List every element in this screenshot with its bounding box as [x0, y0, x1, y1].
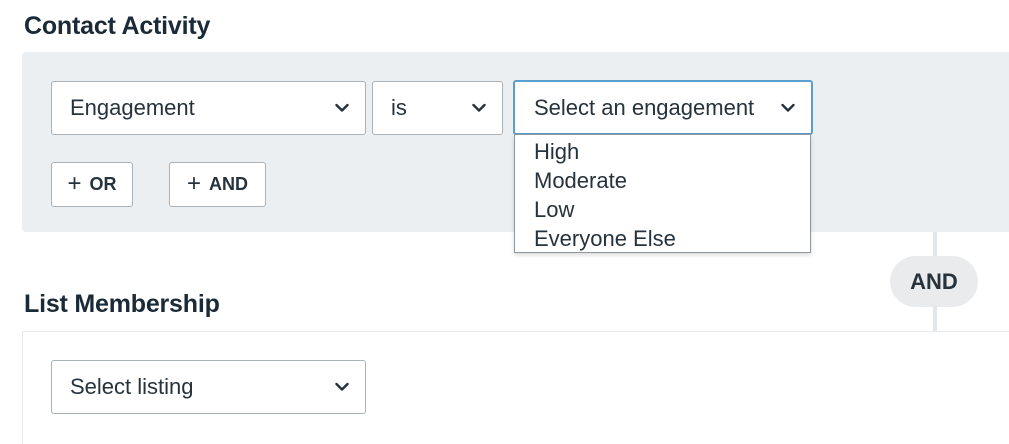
- field-select-value: Engagement: [70, 95, 195, 120]
- dropdown-option-everyone-else[interactable]: Everyone Else: [515, 224, 810, 253]
- dropdown-option-moderate[interactable]: Moderate: [515, 166, 810, 195]
- contact-activity-title: Contact Activity: [24, 12, 211, 40]
- chevron-down-icon: [781, 103, 795, 112]
- chevron-down-icon: [335, 382, 349, 392]
- plus-icon: +: [186, 169, 201, 197]
- dropdown-option-high[interactable]: High: [515, 137, 810, 166]
- chevron-down-icon: [472, 103, 486, 113]
- field-select[interactable]: Engagement: [51, 81, 366, 135]
- add-and-label: AND: [209, 174, 248, 194]
- add-or-button[interactable]: + OR: [51, 162, 133, 207]
- dropdown-option-low[interactable]: Low: [515, 195, 810, 224]
- connector-line-bottom: [933, 306, 937, 332]
- plus-icon: +: [67, 169, 82, 197]
- segment-builder: Contact Activity Engagement is Select an…: [0, 0, 1009, 444]
- listing-select[interactable]: Select listing: [51, 360, 366, 414]
- list-membership-title: List Membership: [24, 290, 220, 318]
- chevron-down-icon: [335, 103, 349, 113]
- operator-select[interactable]: is: [372, 81, 503, 135]
- add-and-button[interactable]: + AND: [169, 162, 266, 207]
- operator-select-value: is: [391, 95, 407, 120]
- add-or-label: OR: [89, 174, 117, 194]
- listing-select-placeholder: Select listing: [70, 374, 194, 399]
- engagement-select-placeholder: Select an engagement: [534, 94, 755, 120]
- connector-line-top: [933, 232, 937, 258]
- engagement-select[interactable]: Select an engagement: [513, 80, 813, 135]
- engagement-dropdown-list: High Moderate Low Everyone Else: [514, 134, 811, 253]
- and-connector-badge: AND: [890, 256, 978, 307]
